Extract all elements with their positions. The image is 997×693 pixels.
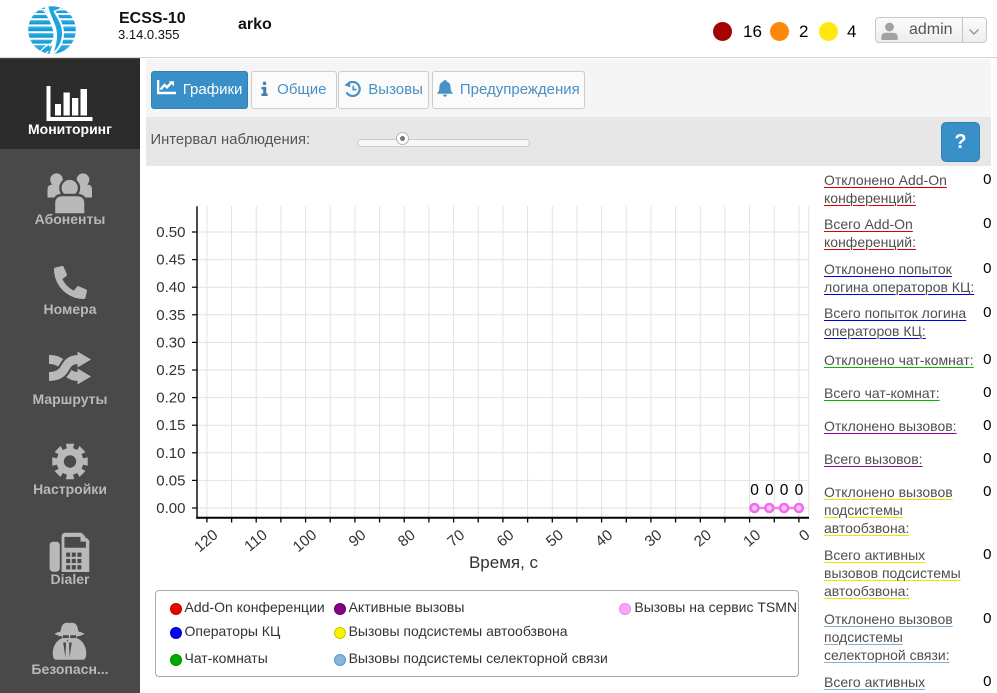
svg-text:110: 110 — [241, 527, 270, 556]
svg-text:0.30: 0.30 — [156, 334, 185, 351]
svg-text:0: 0 — [750, 482, 759, 499]
svg-text:0.20: 0.20 — [156, 390, 185, 407]
svg-text:30: 30 — [642, 527, 666, 551]
svg-text:0.15: 0.15 — [156, 417, 185, 434]
svg-text:20: 20 — [691, 527, 715, 551]
svg-text:90: 90 — [346, 527, 370, 551]
svg-text:0: 0 — [780, 482, 789, 499]
svg-text:60: 60 — [494, 527, 518, 551]
svg-text:10: 10 — [740, 527, 764, 551]
svg-text:Время, с: Время, с — [469, 553, 539, 572]
svg-text:0.50: 0.50 — [156, 224, 185, 241]
svg-text:0.00: 0.00 — [156, 500, 185, 517]
svg-text:0.25: 0.25 — [156, 362, 185, 379]
svg-text:120: 120 — [191, 527, 221, 556]
svg-text:0.45: 0.45 — [156, 252, 185, 269]
svg-text:0: 0 — [795, 482, 804, 499]
svg-text:50: 50 — [543, 527, 567, 551]
svg-text:40: 40 — [592, 527, 616, 551]
svg-text:0.10: 0.10 — [156, 445, 185, 462]
svg-text:0: 0 — [796, 527, 813, 545]
svg-text:100: 100 — [290, 527, 320, 556]
svg-text:70: 70 — [444, 527, 468, 551]
svg-text:0: 0 — [765, 482, 774, 499]
svg-text:80: 80 — [395, 527, 419, 551]
svg-text:0.35: 0.35 — [156, 307, 185, 324]
svg-text:0.40: 0.40 — [156, 279, 185, 296]
svg-text:0.05: 0.05 — [156, 472, 185, 489]
